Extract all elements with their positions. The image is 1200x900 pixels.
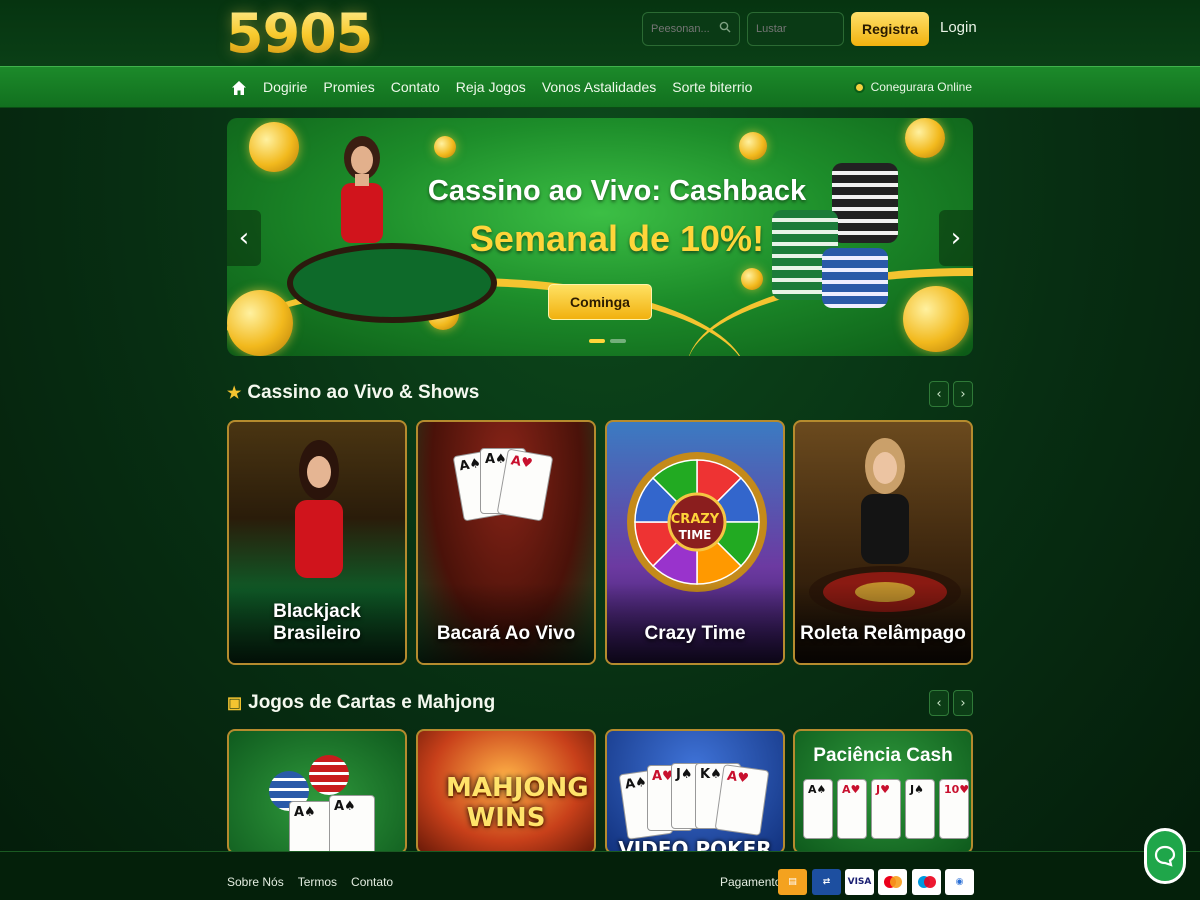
chip-stack-icon xyxy=(832,163,898,243)
banner-next-button[interactable]: › xyxy=(939,210,973,266)
playing-card-icon: J♠ xyxy=(905,779,935,839)
mastercard-icon xyxy=(878,869,907,895)
section-prev-button[interactable]: ‹ xyxy=(929,690,949,716)
site-footer: Sobre Nós Termos Contato Pagamento ▤ ⇄ V… xyxy=(0,851,1200,900)
top-header: 5905 Registra Login xyxy=(0,0,1200,66)
section-prev-button[interactable]: ‹ xyxy=(929,381,949,407)
game-card-title: Paciência Cash xyxy=(813,745,953,766)
carousel-dots xyxy=(589,339,626,343)
online-status-icon xyxy=(853,81,865,93)
section-title-label: Jogos de Cartas e Mahjong xyxy=(248,692,496,713)
playing-card-icon: A♥ xyxy=(837,779,867,839)
coin-icon xyxy=(227,290,293,356)
banner-prev-button[interactable]: ‹ xyxy=(227,210,261,266)
footer-link-contact[interactable]: Contato xyxy=(351,875,393,889)
game-card-baccarat[interactable]: A♠ A♠ A♥ Bacará Ao Vivo xyxy=(416,420,596,665)
wallet-icon: ◉ xyxy=(945,869,974,895)
nav-item-reja-jogos[interactable]: Reja Jogos xyxy=(456,79,526,95)
dealer-figure xyxy=(861,438,909,564)
nav-item-dogirie[interactable]: Dogirie xyxy=(263,79,307,95)
game-card-poker[interactable]: A♠ A♠ xyxy=(227,729,407,854)
visa-icon: VISA xyxy=(845,869,874,895)
banner-title: Cassino ao Vivo: Cashback xyxy=(427,175,807,207)
nav-item-vonos-astalidades[interactable]: Vonos Astalidades xyxy=(542,79,656,95)
game-card-crazy-time[interactable]: CRAZY TIME Crazy Time xyxy=(605,420,785,665)
section-title-card-games: ▣ Jogos de Cartas e Mahjong xyxy=(227,692,495,714)
playing-card-icon: J♥ xyxy=(871,779,901,839)
section-next-button[interactable]: › xyxy=(953,381,973,407)
star-icon: ★ xyxy=(227,385,242,402)
playing-card-icon: A♠ xyxy=(329,795,375,852)
footer-link-terms[interactable]: Termos xyxy=(298,875,337,889)
section-title-live-casino: ★ Cassino ao Vivo & Shows xyxy=(227,382,479,404)
game-card-roulette[interactable]: Roleta Relâmpago xyxy=(793,420,973,665)
crazy-time-logo-line1: CRAZY xyxy=(670,512,720,527)
site-logo[interactable]: 5905 xyxy=(226,2,373,65)
game-card-title: Crazy Time xyxy=(644,623,746,644)
playing-card-icon: A♥ xyxy=(496,448,554,522)
password-field[interactable] xyxy=(747,12,844,46)
playing-card-icon: A♥ xyxy=(714,764,770,836)
banner-cta-button[interactable]: Cominga xyxy=(548,284,652,320)
carousel-dot[interactable] xyxy=(610,339,626,343)
main-nav: Dogirie Promies Contato Reja Jogos Vonos… xyxy=(0,66,1200,108)
promo-banner[interactable]: Cassino ao Vivo: Cashback Semanal de 10%… xyxy=(227,118,973,356)
section-title-label: Cassino ao Vivo & Shows xyxy=(247,382,480,403)
chat-button[interactable] xyxy=(1144,828,1186,884)
coin-icon xyxy=(249,122,299,172)
nav-item-promies[interactable]: Promies xyxy=(323,79,374,95)
login-button[interactable]: Login xyxy=(940,19,977,36)
online-status-label: Conegurara Online xyxy=(870,80,972,94)
coin-icon xyxy=(434,136,456,158)
boleto-icon: ▤ xyxy=(778,869,807,895)
game-card-title: Roleta Relâmpago xyxy=(800,623,966,644)
nav-item-contato[interactable]: Contato xyxy=(391,79,440,95)
payment-label: Pagamento xyxy=(720,875,782,889)
coin-icon xyxy=(905,118,945,158)
game-card-mahjong[interactable]: MAHJONG WINS xyxy=(416,729,596,854)
carousel-dot-active[interactable] xyxy=(589,339,605,343)
game-card-title: MAHJONG WINS xyxy=(446,773,589,833)
gift-icon: ▣ xyxy=(227,695,243,712)
bank-transfer-icon: ⇄ xyxy=(812,869,841,895)
game-card-blackjack[interactable]: Blackjack Brasileiro xyxy=(227,420,407,665)
coin-icon xyxy=(739,132,767,160)
game-card-video-poker[interactable]: A♠ A♥ J♠ K♠ A♥ VIDEO POKER xyxy=(605,729,785,854)
dealer-figure xyxy=(295,440,343,578)
nav-item-sorte-biterrio[interactable]: Sorte biterrio xyxy=(672,79,752,95)
chip-stack-icon xyxy=(309,755,349,795)
maestro-icon xyxy=(912,869,941,895)
home-icon[interactable] xyxy=(231,80,247,96)
search-icon[interactable] xyxy=(719,21,731,33)
playing-card-icon: A♠ xyxy=(803,779,833,839)
dealer-figure xyxy=(341,136,383,243)
game-card-solitaire[interactable]: Paciência Cash A♠ A♥ J♥ J♠ 10♥ xyxy=(793,729,973,854)
chat-icon xyxy=(1154,845,1176,867)
section-next-button[interactable]: › xyxy=(953,690,973,716)
playing-card-icon: 10♥ xyxy=(939,779,969,839)
footer-links: Sobre Nós Termos Contato xyxy=(227,875,393,889)
game-card-title: Bacará Ao Vivo xyxy=(436,623,576,644)
banner-subtitle: Semanal de 10%! xyxy=(469,218,765,259)
coin-icon xyxy=(741,268,763,290)
register-button[interactable]: Registra xyxy=(851,12,929,46)
game-card-title: Blackjack Brasileiro xyxy=(273,601,361,644)
coin-icon xyxy=(903,286,969,352)
nav-menu: Dogirie Promies Contato Reja Jogos Vonos… xyxy=(263,79,752,95)
crazy-time-logo-line2: TIME xyxy=(678,528,712,542)
chip-stack-icon xyxy=(822,248,888,308)
footer-link-about[interactable]: Sobre Nós xyxy=(227,875,284,889)
online-status[interactable]: Conegurara Online xyxy=(853,80,972,94)
